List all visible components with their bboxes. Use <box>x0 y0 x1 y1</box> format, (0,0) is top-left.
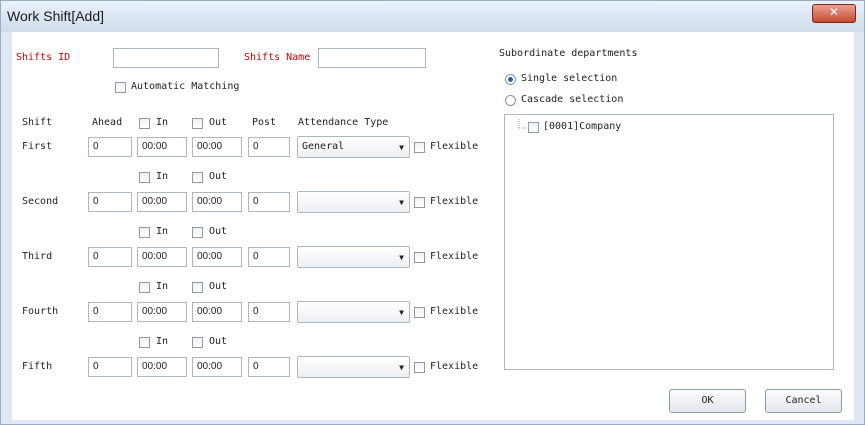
tree-item-checkbox[interactable] <box>528 122 539 133</box>
out-time-input[interactable]: 00:00 <box>192 302 242 322</box>
shifts-id-label: Shifts ID <box>16 52 71 63</box>
out-checkbox-4[interactable] <box>192 282 203 293</box>
out-label: Out <box>209 281 228 292</box>
ahead-input[interactable]: 0 <box>88 302 132 322</box>
shift-row-name: Second <box>22 196 59 207</box>
close-button[interactable]: ✕ <box>812 4 856 23</box>
ahead-input[interactable]: 0 <box>88 357 132 377</box>
ahead-input[interactable]: 0 <box>88 137 132 157</box>
flexible-checkbox[interactable] <box>414 307 425 318</box>
in-checkbox-4[interactable] <box>139 282 150 293</box>
shift-row-name: First <box>22 141 53 152</box>
attendance-type-select[interactable]: ▼ <box>297 301 410 323</box>
in-label: In <box>156 226 169 237</box>
automatic-matching-checkbox[interactable] <box>115 82 126 93</box>
cascade-selection-radio[interactable] <box>505 95 516 106</box>
flexible-checkbox[interactable] <box>414 252 425 263</box>
flexible-checkbox[interactable] <box>414 197 425 208</box>
in-checkbox-5[interactable] <box>139 337 150 348</box>
shift-row-name: Third <box>22 251 53 262</box>
header-shift: Shift <box>22 117 53 128</box>
in-checkbox-3[interactable] <box>139 227 150 238</box>
chevron-down-icon: ▼ <box>399 308 404 317</box>
shift-row-name: Fifth <box>22 361 53 372</box>
out-label: Out <box>209 171 228 182</box>
title-bar[interactable]: Work Shift[Add] ✕ <box>1 1 864 32</box>
flexible-label: Flexible <box>430 196 479 207</box>
out-label: Out <box>209 226 228 237</box>
work-shift-dialog: Work Shift[Add] ✕ Shifts ID Shifts Name … <box>0 0 865 425</box>
attendance-type-select[interactable]: ▼ <box>297 356 410 378</box>
single-selection-label: Single selection <box>521 73 618 84</box>
ahead-input[interactable]: 0 <box>88 192 132 212</box>
chevron-down-icon: ▼ <box>399 143 404 152</box>
header-ahead: Ahead <box>92 117 123 128</box>
in-label: In <box>156 117 169 128</box>
ahead-input[interactable]: 0 <box>88 247 132 267</box>
cascade-selection-label: Cascade selection <box>521 94 624 105</box>
cancel-button[interactable]: Cancel <box>765 389 842 413</box>
out-label: Out <box>209 336 228 347</box>
in-time-input[interactable]: 00:00 <box>137 192 187 212</box>
out-label: Out <box>209 117 228 128</box>
in-time-input[interactable]: 00:00 <box>137 137 187 157</box>
in-time-input[interactable]: 00:00 <box>137 357 187 377</box>
in-label: In <box>156 336 169 347</box>
attendance-type-select[interactable]: General ▼ <box>297 136 410 158</box>
tree-item-company[interactable]: [0001]Company <box>543 120 621 134</box>
shifts-name-input[interactable] <box>318 48 426 68</box>
in-label: In <box>156 171 169 182</box>
dialog-body: Shifts ID Shifts Name Automatic Matching… <box>12 32 854 420</box>
flexible-label: Flexible <box>430 361 479 372</box>
flexible-checkbox[interactable] <box>414 362 425 373</box>
out-checkbox-1[interactable] <box>192 118 203 129</box>
post-input[interactable]: 0 <box>248 192 290 212</box>
flexible-checkbox[interactable] <box>414 142 425 153</box>
out-time-input[interactable]: 00:00 <box>192 192 242 212</box>
out-time-input[interactable]: 00:00 <box>192 357 242 377</box>
attendance-type-value: General <box>302 141 345 152</box>
out-checkbox-3[interactable] <box>192 227 203 238</box>
chevron-down-icon: ▼ <box>399 198 404 207</box>
in-checkbox-2[interactable] <box>139 172 150 183</box>
out-checkbox-5[interactable] <box>192 337 203 348</box>
attendance-type-select[interactable]: ▼ <box>297 246 410 268</box>
department-tree[interactable]: [0001]Company <box>504 114 834 370</box>
chevron-down-icon: ▼ <box>399 363 404 372</box>
header-post: Post <box>252 117 277 128</box>
out-checkbox-2[interactable] <box>192 172 203 183</box>
flexible-label: Flexible <box>430 251 479 262</box>
subordinate-departments-label: Subordinate departments <box>499 48 638 59</box>
shifts-name-label: Shifts Name <box>244 52 311 63</box>
post-input[interactable]: 0 <box>248 137 290 157</box>
shifts-id-input[interactable] <box>113 48 219 68</box>
flexible-label: Flexible <box>430 306 479 317</box>
window-title: Work Shift[Add] <box>7 8 105 24</box>
in-time-input[interactable]: 00:00 <box>137 302 187 322</box>
attendance-type-select[interactable]: ▼ <box>297 191 410 213</box>
in-time-input[interactable]: 00:00 <box>137 247 187 267</box>
out-time-input[interactable]: 00:00 <box>192 247 242 267</box>
ok-button[interactable]: OK <box>669 389 746 413</box>
shift-row-name: Fourth <box>22 306 59 317</box>
chevron-down-icon: ▼ <box>399 253 404 262</box>
out-time-input[interactable]: 00:00 <box>192 137 242 157</box>
in-checkbox-1[interactable] <box>139 118 150 129</box>
automatic-matching-label: Automatic Matching <box>131 81 240 92</box>
in-label: In <box>156 281 169 292</box>
header-attendance-type: Attendance Type <box>298 117 389 128</box>
post-input[interactable]: 0 <box>248 357 290 377</box>
close-icon[interactable]: ✕ <box>829 5 839 19</box>
flexible-label: Flexible <box>430 141 479 152</box>
post-input[interactable]: 0 <box>248 302 290 322</box>
post-input[interactable]: 0 <box>248 247 290 267</box>
single-selection-radio[interactable] <box>505 74 516 85</box>
